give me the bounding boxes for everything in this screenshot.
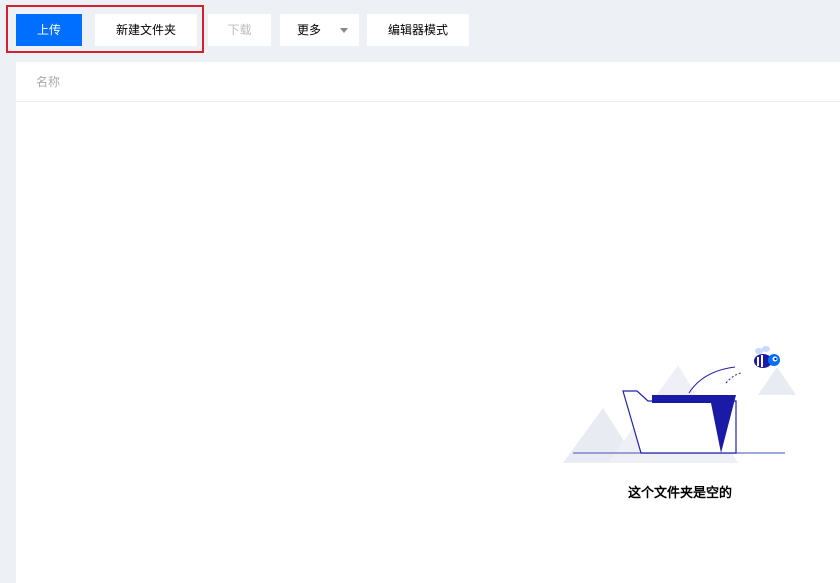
editor-mode-button[interactable]: 编辑器模式 [367, 14, 469, 46]
more-dropdown-button[interactable]: 更多 [280, 14, 359, 46]
download-button[interactable]: 下载 [208, 14, 271, 46]
toolbar: 上传 新建文件夹 下载 更多 编辑器模式 [0, 0, 840, 62]
more-label: 更多 [297, 23, 322, 37]
chevron-down-icon [340, 28, 348, 33]
bee-icon [754, 346, 780, 368]
empty-folder-message: 这个文件夹是空的 [627, 486, 732, 501]
column-header-name[interactable]: 名称 [36, 75, 60, 89]
highlight-annotation [6, 5, 204, 53]
table-header: 名称 [16, 62, 840, 102]
empty-folder-illustration [563, 346, 796, 463]
file-list-panel: 名称 这个文件夹是空的 [16, 62, 840, 583]
